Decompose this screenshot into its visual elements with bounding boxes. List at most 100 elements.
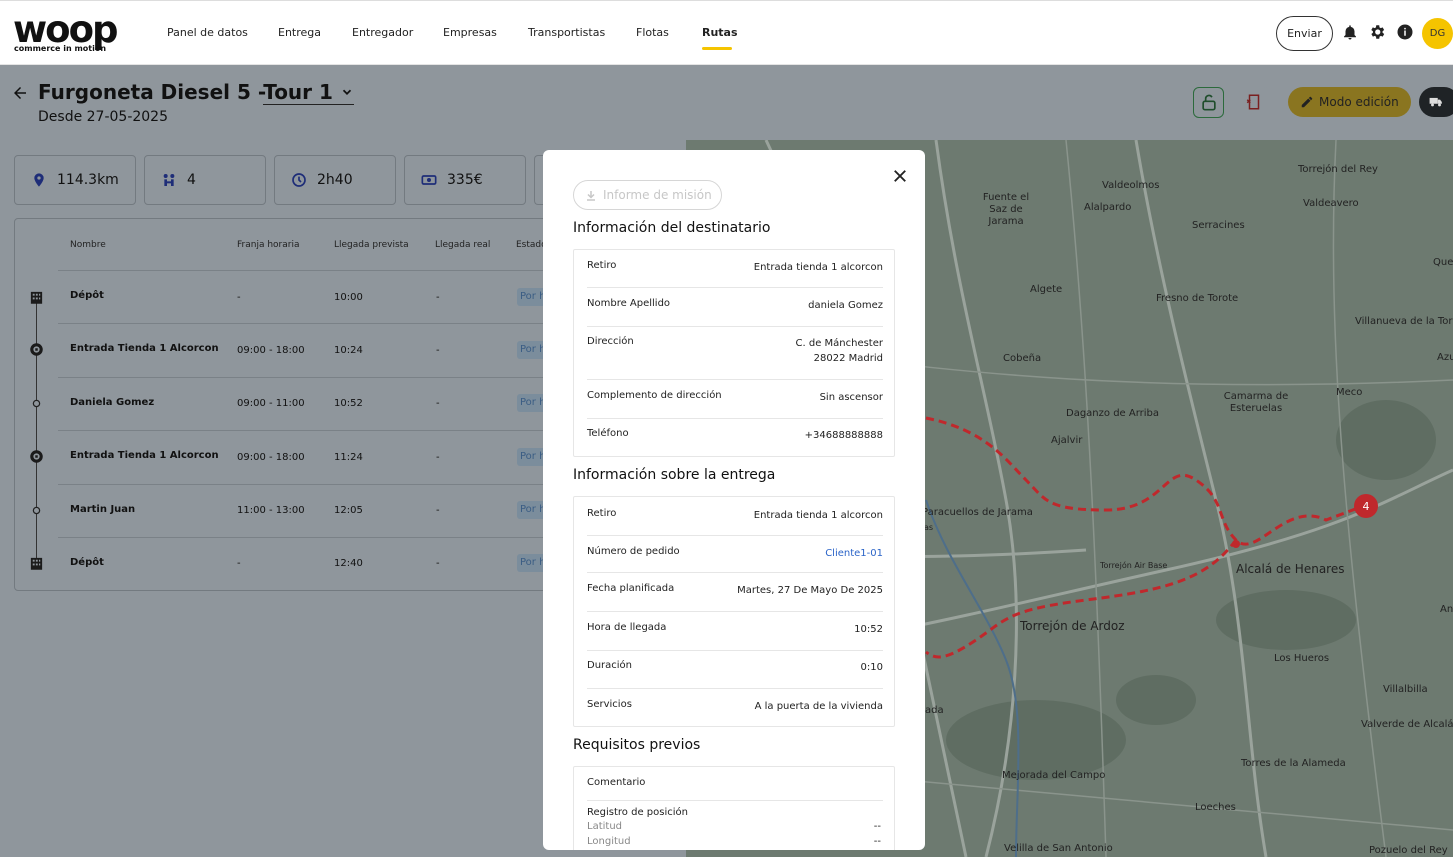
map-label: Pozuelo del Rey: [1369, 845, 1448, 856]
dot-icon: [32, 506, 41, 515]
tour-selector[interactable]: Tour 1: [263, 80, 354, 105]
col-header-planned[interactable]: Llegada prevista: [334, 240, 409, 250]
stat-distance: 114.3km: [14, 155, 136, 205]
download-icon: [587, 191, 595, 201]
close-icon[interactable]: [891, 167, 909, 185]
map-label: Fuente el Saz de Jarama: [982, 192, 1030, 227]
map-label: Paracuellos de Jarama: [922, 507, 1033, 518]
map-label: Fresno de Torote: [1156, 293, 1239, 304]
send-button[interactable]: Enviar: [1276, 16, 1333, 51]
nav-rutas[interactable]: Rutas: [702, 26, 738, 39]
map-label: Serracines: [1192, 220, 1245, 231]
map-label: Torrejón Air Base: [1100, 561, 1168, 570]
field-label: Registro de posición: [587, 807, 688, 818]
field-value: A la puerta de la vivienda: [754, 701, 883, 712]
order-number-link[interactable]: Cliente1-01: [825, 548, 883, 559]
truck-button[interactable]: [1419, 87, 1453, 117]
gear-icon[interactable]: [1368, 23, 1386, 41]
field-divider: [587, 287, 883, 288]
row-divider: [58, 537, 548, 538]
nav-panel-de-datos[interactable]: Panel de datos: [167, 26, 248, 39]
delivery-section-title: Información sobre la entrega: [573, 467, 776, 483]
row-name[interactable]: Martin Juan: [70, 504, 135, 515]
col-header-status[interactable]: Estado: [516, 240, 543, 250]
chevron-down-icon: [342, 89, 352, 95]
nav-entregador[interactable]: Entregador: [352, 26, 413, 39]
location-pin-icon: [34, 173, 44, 187]
field-divider: [587, 688, 883, 689]
woop-logo[interactable]: woop commerce in motion: [13, 11, 123, 55]
bell-icon[interactable]: [1341, 23, 1359, 41]
edit-mode-button[interactable]: Modo edición: [1288, 87, 1411, 117]
pencil-icon: [1301, 96, 1313, 108]
stat-value: 4: [187, 172, 196, 188]
prereq-section-title: Requisitos previos: [573, 737, 701, 753]
row-name[interactable]: Entrada Tienda 1 Alcorcon: [70, 450, 219, 461]
nav-transportistas[interactable]: Transportistas: [528, 26, 605, 39]
field-value: 10:52: [854, 624, 883, 635]
row-name[interactable]: Daniela Gomez: [70, 397, 154, 408]
map-label: Torrejón de Ardoz: [1020, 619, 1125, 633]
recipient-section-title: Información del destinatario: [573, 220, 771, 236]
col-header-window[interactable]: Franja horaria: [237, 240, 299, 250]
active-nav-indicator: [702, 47, 732, 50]
nav-flotas[interactable]: Flotas: [636, 26, 669, 39]
field-label: Retiro: [587, 508, 617, 519]
mission-report-button[interactable]: Informe de misión: [573, 180, 722, 210]
field-value[interactable]: +34688888888: [805, 430, 883, 441]
map-label: ada: [925, 705, 944, 716]
map-label: Villalbilla: [1383, 684, 1428, 695]
field-label: Retiro: [587, 260, 617, 271]
row-actual: -: [436, 398, 440, 409]
unlock-icon: [1202, 94, 1216, 111]
row-name[interactable]: Entrada Tienda 1 Alcorcon: [70, 343, 219, 354]
field-value: Martes, 27 De Mayo De 2025: [737, 585, 883, 596]
field-label: Dirección: [587, 336, 634, 347]
map-label: And: [1440, 604, 1453, 615]
user-avatar[interactable]: DG: [1422, 18, 1453, 49]
map-label: Algete: [1030, 284, 1063, 295]
dot-icon: [32, 399, 41, 408]
stat-stops: 4: [144, 155, 266, 205]
row-planned: 10:24: [334, 345, 363, 356]
timeline-line: [36, 300, 37, 565]
longitude-label: Longitud: [587, 836, 631, 847]
map-label: Villanueva de la Torre: [1355, 316, 1453, 327]
col-header-actual[interactable]: Llegada real: [435, 240, 490, 250]
stat-value: 2h40: [317, 172, 353, 188]
field-divider: [587, 535, 883, 536]
row-actual: -: [436, 345, 440, 356]
field-divider: [587, 650, 883, 651]
nav-entrega[interactable]: Entrega: [278, 26, 321, 39]
unlock-button[interactable]: [1193, 87, 1224, 118]
map-label: Loeches: [1195, 802, 1236, 813]
map-label: Valdeolmos: [1102, 180, 1160, 191]
map-label: Velilla de San Antonio: [1004, 843, 1113, 854]
back-arrow-icon[interactable]: [11, 84, 29, 102]
field-value: Entrada tienda 1 alcorcon: [753, 262, 883, 273]
map-label: Mejorada del Campo: [1002, 770, 1106, 781]
top-navbar: woop commerce in motion Panel de datos E…: [0, 0, 1453, 65]
map-label: Valdeavero: [1303, 198, 1359, 209]
map-label: Alcalá de Henares: [1236, 562, 1345, 576]
map-label: Azuque: [1437, 352, 1453, 363]
nav-empresas[interactable]: Empresas: [443, 26, 497, 39]
info-icon[interactable]: [1396, 23, 1414, 41]
delivery-info-box: Retiro Entrada tienda 1 alcorcon Número d…: [573, 496, 895, 727]
row-planned: 12:40: [334, 558, 363, 569]
stat-cost: 335€: [404, 155, 526, 205]
logo-tagline: commerce in motion: [14, 44, 107, 53]
row-divider: [58, 484, 548, 485]
row-actual: -: [436, 505, 440, 516]
row-name[interactable]: Dépôt: [70, 290, 104, 301]
row-name[interactable]: Dépôt: [70, 557, 104, 568]
row-planned: 12:05: [334, 505, 363, 516]
exit-button[interactable]: [1239, 87, 1270, 118]
row-divider: [58, 270, 548, 271]
col-header-name[interactable]: Nombre: [70, 240, 106, 250]
recipient-info-box: Retiro Entrada tienda 1 alcorcon Nombre A…: [573, 249, 895, 457]
row-window: -: [237, 558, 241, 569]
map-marker-number: 4: [1363, 500, 1370, 513]
row-window: 09:00 - 11:00: [237, 398, 305, 409]
route-name: Furgoneta Diesel 5 -: [38, 80, 264, 104]
